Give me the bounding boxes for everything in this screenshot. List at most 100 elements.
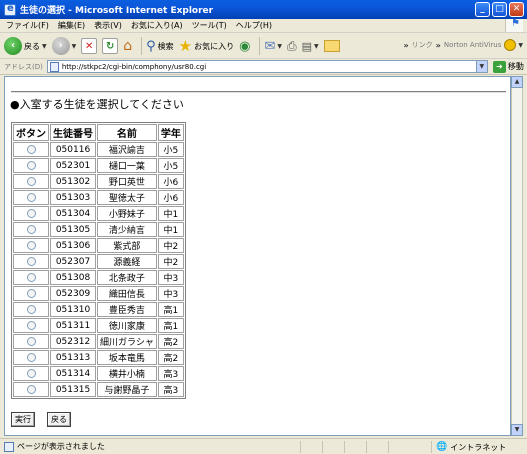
student-radio[interactable] [26,256,36,266]
back-page-button[interactable]: 戻る [47,412,71,427]
table-row: 051315 与謝野晶子 高3 [13,382,184,397]
student-radio[interactable] [26,320,36,330]
row-radio-cell [13,366,49,381]
student-radio[interactable] [26,208,36,218]
toolbar: ‹ 戻る ▼ › ▼ ✕ ↻ ⌂ ⚲ 検索 ★ お気に入り ◉ ✉ ▼ ⎙ ▤ … [0,34,527,59]
forward-button[interactable]: › ▼ [51,37,77,55]
print-button[interactable]: ⎙ [287,39,297,54]
chevron-down-icon[interactable]: ▼ [72,43,77,50]
norton-label[interactable]: Norton AntiVirus [444,41,502,49]
student-id: 051302 [50,174,96,189]
execute-button[interactable]: 実行 [11,412,35,427]
student-grade: 中1 [157,222,184,237]
table-row: 050116 福沢諭吉 小5 [13,142,184,157]
status-divider [344,441,345,453]
table-row: 051303 聖徳太子 小6 [13,190,184,205]
student-id: 051314 [50,366,96,381]
student-radio[interactable] [26,368,36,378]
menu-favorites[interactable]: お気に入り(A) [131,20,183,31]
chevron-down-icon[interactable]: ▼ [475,61,487,72]
student-radio[interactable] [26,384,36,394]
status-divider [322,441,323,453]
address-input[interactable]: http://stkpc2/cgi-bin/comphony/usr80.cgi… [46,60,488,73]
back-button[interactable]: ‹ 戻る ▼ [4,37,47,55]
refresh-button[interactable]: ↻ [102,38,119,54]
column-header-grade: 学年 [157,124,184,141]
student-id: 051305 [50,222,96,237]
chevron-down-icon[interactable]: ▼ [518,42,523,49]
overflow-chevron-icon[interactable]: » [403,41,408,50]
page-icon [4,441,14,452]
student-radio[interactable] [26,176,36,186]
minimize-button[interactable]: _ [475,2,490,17]
edit-button[interactable]: ▤ ▼ [302,40,319,53]
mail-icon: ✉ [264,38,276,54]
forward-arrow-icon: › [51,37,70,55]
go-arrow-icon: ➜ [492,60,506,73]
student-name: 小野妹子 [97,206,157,221]
search-button[interactable]: ⚲ 検索 [146,39,174,54]
menu-help[interactable]: ヘルプ(H) [236,20,272,31]
scroll-up-icon[interactable]: ▲ [511,76,523,88]
column-header-button: ボタン [13,124,49,141]
row-radio-cell [13,270,49,285]
close-button[interactable]: ✕ [509,2,524,17]
chevron-down-icon[interactable]: ▼ [277,43,282,50]
row-radio-cell [13,158,49,173]
address-url[interactable]: http://stkpc2/cgi-bin/comphony/usr80.cgi [62,63,206,71]
student-radio[interactable] [26,304,36,314]
student-id: 050116 [50,142,96,157]
home-button[interactable]: ⌂ [123,38,132,54]
student-name: 源義経 [97,254,157,269]
links-label[interactable]: リンク [412,40,433,50]
mail-button[interactable]: ✉ ▼ [264,39,282,54]
row-radio-cell [13,286,49,301]
go-button[interactable]: ➜ 移動 [492,60,524,73]
menu-edit[interactable]: 編集(E) [58,20,85,31]
chevron-down-icon[interactable]: ▼ [314,43,319,50]
student-name: 細川ガラシャ [97,334,157,349]
student-radio[interactable] [26,288,36,298]
student-id: 052309 [50,286,96,301]
menu-tools[interactable]: ツール(T) [192,20,227,31]
table-row: 051314 横井小楠 高3 [13,366,184,381]
horizontal-rule [11,91,506,93]
student-radio[interactable] [26,192,36,202]
table-header-row: ボタン 生徒番号 名前 学年 [13,124,184,141]
student-name: 紫式部 [97,238,157,253]
search-icon: ⚲ [146,38,156,54]
student-name: 野口英世 [97,174,157,189]
student-radio[interactable] [26,144,36,154]
student-radio[interactable] [26,160,36,170]
status-divider [300,441,301,453]
status-text: ページが表示されました [17,442,105,451]
stop-button[interactable]: ✕ [81,38,98,54]
row-radio-cell [13,254,49,269]
student-id: 052301 [50,158,96,173]
student-grade: 高3 [157,366,184,381]
student-radio[interactable] [26,272,36,282]
edit-icon: ▤ [301,39,313,53]
student-radio[interactable] [26,352,36,362]
folder-button[interactable] [323,40,340,52]
student-name: 与謝野晶子 [97,382,157,397]
student-radio[interactable] [26,240,36,250]
overflow-chevron-icon[interactable]: » [436,41,441,50]
chevron-down-icon[interactable]: ▼ [42,43,47,50]
student-radio[interactable] [26,224,36,234]
favorites-label: お気に入り [194,41,235,51]
student-radio[interactable] [26,336,36,346]
scroll-down-icon[interactable]: ▼ [511,424,523,436]
favorites-button[interactable]: ★ お気に入り [179,37,234,55]
menu-view[interactable]: 表示(V) [94,20,122,31]
menu-file[interactable]: ファイル(F) [6,20,49,31]
vertical-scrollbar[interactable]: ▲ ▼ [511,76,523,436]
norton-icon[interactable] [504,39,517,51]
window-title: 生徒の選択 - Microsoft Internet Explorer [20,6,214,16]
page-heading: ●入室する生徒を選択してください [10,98,184,111]
table-row: 051313 坂本竜馬 高2 [13,350,184,365]
maximize-button[interactable]: □ [492,2,507,17]
media-button[interactable]: ◉ [239,39,250,54]
student-grade: 中1 [157,206,184,221]
menu-bar: ファイル(F) 編集(E) 表示(V) お気に入り(A) ツール(T) ヘルプ(… [0,18,527,33]
